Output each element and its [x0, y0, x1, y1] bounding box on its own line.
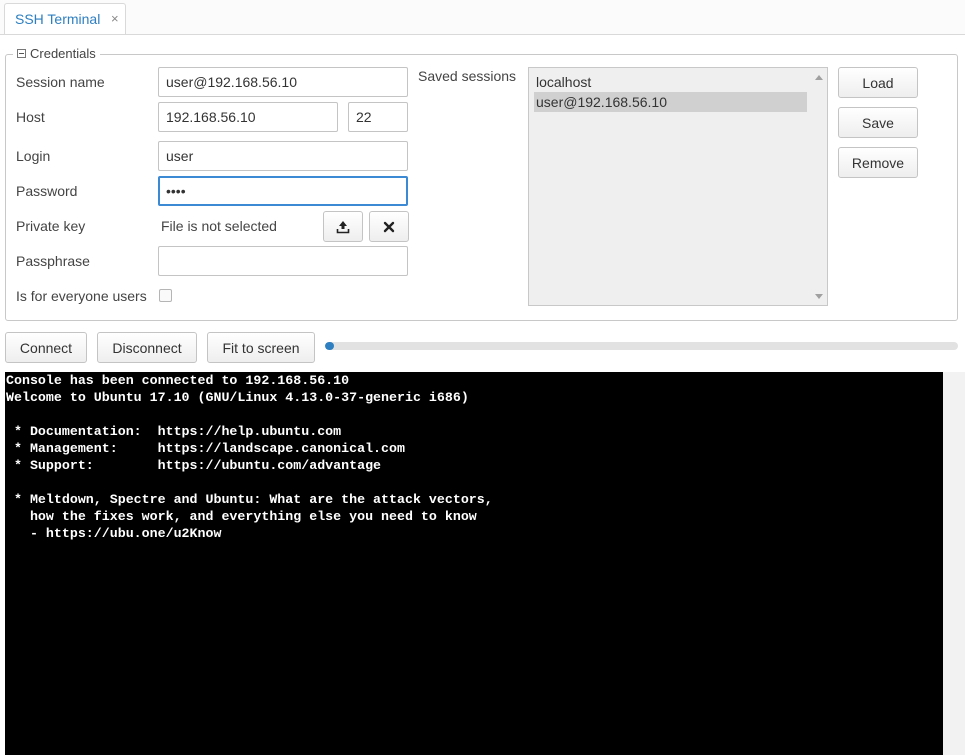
terminal-console[interactable]: Console has been connected to 192.168.56… [5, 372, 943, 755]
tab-label: SSH Terminal [15, 11, 100, 27]
scroll-up-icon[interactable] [815, 75, 823, 80]
terminal-line: * Documentation: https://help.ubuntu.com [5, 423, 943, 440]
terminal-line: Welcome to Ubuntu 17.10 (GNU/Linux 4.13.… [5, 389, 943, 406]
disconnect-button[interactable]: Disconnect [97, 332, 197, 363]
close-x-icon [383, 221, 395, 233]
fit-to-screen-button[interactable]: Fit to screen [207, 332, 315, 363]
collapse-minus-icon[interactable] [17, 49, 26, 58]
password-label: Password [16, 183, 77, 199]
terminal-line: * Management: https://landscape.canonica… [5, 440, 943, 457]
saved-sessions-list[interactable]: localhost user@192.168.56.10 [528, 67, 828, 306]
connect-button[interactable]: Connect [5, 332, 87, 363]
passphrase-label: Passphrase [16, 253, 90, 269]
terminal-line: * Support: https://ubuntu.com/advantage [5, 457, 943, 474]
private-key-label: Private key [16, 218, 85, 234]
scroll-down-icon[interactable] [815, 294, 823, 299]
session-name-label: Session name [16, 74, 105, 90]
saved-sessions-label: Saved sessions [418, 68, 516, 84]
remove-button[interactable]: Remove [838, 147, 918, 178]
port-input[interactable] [348, 102, 408, 132]
terminal-line [5, 474, 943, 491]
everyone-users-label: Is for everyone users [16, 288, 147, 304]
terminal-line [5, 406, 943, 423]
list-item[interactable]: localhost [534, 72, 807, 92]
tab-bar: SSH Terminal × [0, 0, 965, 35]
progress-fill [325, 342, 334, 350]
everyone-users-checkbox[interactable] [159, 289, 172, 302]
terminal-line: - https://ubu.one/u2Know [5, 525, 943, 542]
connection-progress-bar [325, 342, 958, 350]
list-item[interactable]: user@192.168.56.10 [534, 92, 807, 112]
tab-ssh-terminal[interactable]: SSH Terminal × [4, 3, 126, 34]
credentials-legend-label: Credentials [30, 46, 96, 61]
host-label: Host [16, 109, 45, 125]
terminal-line: Console has been connected to 192.168.56… [5, 372, 943, 389]
password-input[interactable] [158, 176, 408, 206]
tab-close-icon[interactable]: × [111, 11, 119, 26]
save-button[interactable]: Save [838, 107, 918, 138]
passphrase-input[interactable] [158, 246, 408, 276]
session-name-input[interactable] [158, 67, 408, 97]
login-label: Login [16, 148, 50, 164]
terminal-line: how the fixes work, and everything else … [5, 508, 943, 525]
terminal-line: * Meltdown, Spectre and Ubuntu: What are… [5, 491, 943, 508]
private-key-status: File is not selected [161, 218, 277, 234]
credentials-legend[interactable]: Credentials [13, 46, 100, 61]
clear-key-button[interactable] [369, 211, 409, 242]
login-input[interactable] [158, 141, 408, 171]
upload-icon [336, 220, 350, 234]
terminal-scrollbar[interactable] [943, 372, 965, 755]
host-input[interactable] [158, 102, 338, 132]
load-button[interactable]: Load [838, 67, 918, 98]
upload-key-button[interactable] [323, 211, 363, 242]
